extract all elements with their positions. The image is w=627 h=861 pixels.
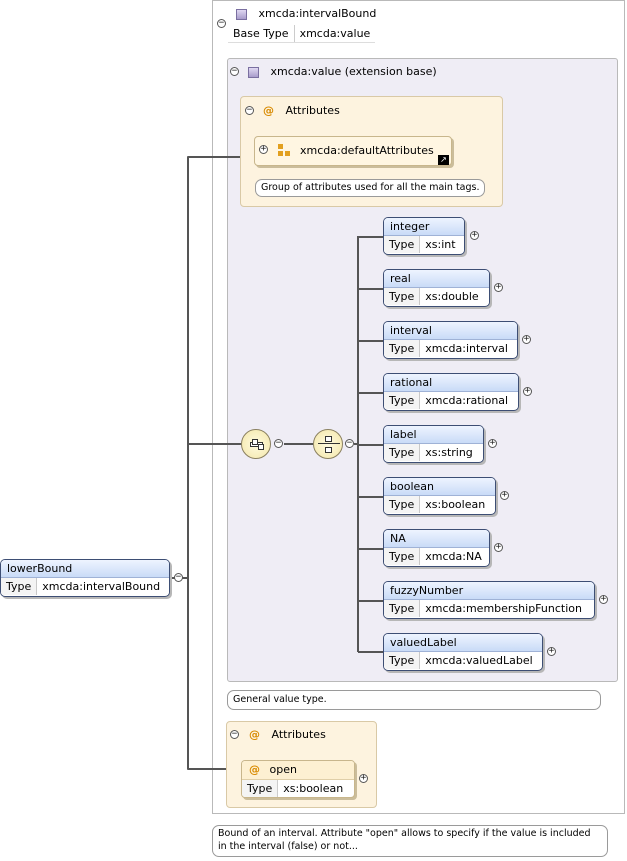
element-name: boolean [384,478,495,496]
extension-header: xmcda:value (extension base) [248,65,437,79]
root-collapse-toggle[interactable]: − [174,573,183,582]
link-arrow-icon[interactable]: ↗ [438,155,449,165]
type-value: xs:string [425,446,473,459]
extension-label: xmcda:value (extension base) [270,65,437,78]
expand-toggle-fuzzyNumber[interactable]: + [599,595,608,604]
expand-toggle-interval[interactable]: + [522,335,531,344]
type-value: xmcda:rational [425,394,509,407]
branch-connector [358,392,383,394]
element-name: real [384,270,489,288]
element-name: lowerBound [1,560,169,578]
type-value: xmcda:valuedLabel [425,654,533,667]
type-label: Type [384,288,421,305]
extension-attributes-label: Attributes [285,104,340,117]
attribute-open[interactable]: @ open Type xs:boolean [241,760,355,798]
complex-type-header: xmcda:intervalBound [236,7,376,21]
branch-connector [358,496,383,498]
element-name: rational [384,374,518,392]
choice-collapse-toggle[interactable]: − [345,439,354,448]
type-label: Type [384,392,421,409]
connector-seq-to-choice [284,443,313,445]
type-value: xmcda:NA [425,550,482,563]
type-label: Type [384,444,421,461]
expand-toggle-NA[interactable]: + [494,543,503,552]
expand-toggle-real[interactable]: + [494,283,503,292]
type-label: Type [384,652,421,669]
branch-connector [358,444,383,446]
root-element-lowerBound[interactable]: lowerBound Type xmcda:intervalBound [0,559,170,597]
complex-type-name: xmcda:intervalBound [258,7,377,20]
element-name: valuedLabel [384,634,542,652]
sequence-collapse-toggle[interactable]: − [274,439,283,448]
type-label: Type [384,340,421,357]
element-name: NA [384,530,489,548]
choice-compositor-icon[interactable] [313,429,343,459]
connector-to-sequence [188,443,242,445]
type-label: Type [242,780,279,797]
type-label: Type [1,578,38,595]
element-real[interactable]: real Type xs:double [383,269,490,307]
branch-connector [358,236,383,238]
extension-type-icon [248,66,259,78]
element-boolean[interactable]: boolean Type xs:boolean [383,477,496,515]
element-integer[interactable]: integer Type xs:int [383,217,465,255]
own-attributes-collapse-toggle[interactable]: − [230,730,239,739]
attribute-name: open [269,763,297,776]
base-type-label: Base Type [228,25,295,42]
own-attributes-label: Attributes [271,728,326,741]
element-fuzzyNumber[interactable]: fuzzyNumber Type xmcda:membershipFunction [383,581,595,619]
type-label: Type [384,496,421,513]
extension-annotation: General value type. [227,690,601,710]
type-value: xmcda:intervalBound [42,580,161,593]
extension-collapse-toggle[interactable]: − [230,67,239,76]
attribute-type: xs:boolean [283,782,344,795]
element-name: label [384,426,483,444]
base-type-value: xmcda:value [299,27,371,40]
branch-connector [358,340,383,342]
type-value: xmcda:membershipFunction [425,602,582,615]
type-label: Type [384,600,421,617]
type-value: xs:int [425,238,456,251]
extension-attributes-header: @ Attributes [263,104,340,118]
element-name: interval [384,322,517,340]
attribute-group-name: xmcda:defaultAttributes [300,144,434,157]
complex-type-icon [236,8,247,20]
type-label: Type [384,236,421,253]
type-value: xs:boolean [425,498,486,511]
expand-toggle-open[interactable]: + [359,774,368,783]
type-label: Type [384,548,421,565]
extension-attributes-collapse-toggle[interactable]: − [245,106,254,115]
connector-root-trunk [187,156,189,770]
element-name: fuzzyNumber [384,582,594,600]
connector-to-attributes [188,156,240,158]
branch-connector [358,651,383,653]
at-sign-icon: @ [249,763,260,776]
expand-toggle-rational[interactable]: + [523,387,532,396]
attribute-group-annotation: Group of attributes used for all the mai… [255,179,485,197]
complex-type-collapse-toggle[interactable]: − [217,19,226,28]
type-value: xs:double [425,290,479,303]
attribute-group-icon [278,144,291,157]
element-NA[interactable]: NA Type xmcda:NA [383,529,490,567]
expand-toggle-valuedLabel[interactable]: + [547,647,556,656]
own-attributes-header: @ Attributes [249,728,326,742]
element-interval[interactable]: interval Type xmcda:interval [383,321,518,359]
expand-toggle-label[interactable]: + [488,439,497,448]
element-label[interactable]: label Type xs:string [383,425,484,463]
expand-toggle-integer[interactable]: + [470,231,479,240]
at-sign-icon: @ [263,104,274,117]
element-valuedLabel[interactable]: valuedLabel Type xmcda:valuedLabel [383,633,543,671]
at-sign-icon: @ [249,728,260,741]
base-type-row: Base Type xmcda:value [228,25,376,43]
element-rational[interactable]: rational Type xmcda:rational [383,373,519,411]
expand-toggle-boolean[interactable]: + [500,491,509,500]
branch-connector [358,548,383,550]
root-annotation: Bound of an interval. Attribute "open" a… [212,825,608,857]
sequence-compositor-icon[interactable] [241,429,271,459]
element-name: integer [384,218,464,236]
type-value: xmcda:interval [425,342,508,355]
attribute-group-expand-toggle[interactable]: + [259,145,268,154]
branch-connector [358,288,383,290]
branch-connector [358,600,383,602]
